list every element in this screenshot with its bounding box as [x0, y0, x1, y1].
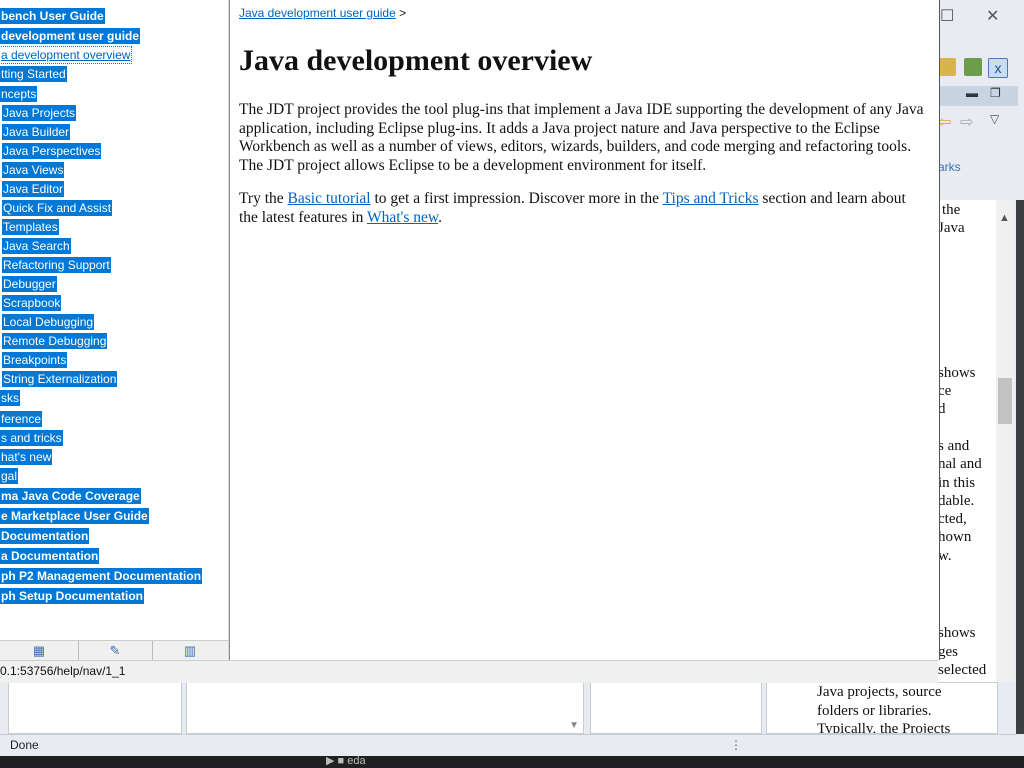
- toc-item[interactable]: ference: [0, 411, 43, 427]
- breadcrumb-separator: >: [395, 6, 407, 20]
- toc-item[interactable]: e Marketplace User Guide: [0, 508, 149, 524]
- text-fragment: shows: [938, 365, 976, 381]
- scroll-down-icon[interactable]: ▼: [569, 720, 579, 731]
- toc-item[interactable]: Java Builder: [2, 124, 71, 140]
- minimize-icon[interactable]: ▬: [966, 86, 978, 100]
- text-line: Java projects, source: [817, 684, 942, 700]
- back-icon[interactable]: ⇦: [938, 112, 951, 132]
- toc-item[interactable]: Remote Debugging: [2, 333, 108, 349]
- breadcrumb: Java development user guide >: [239, 6, 406, 20]
- toc-item[interactable]: Breakpoints: [2, 352, 68, 368]
- view-toolbar: ▬ ❐: [938, 86, 1018, 106]
- toc-item[interactable]: Templates: [2, 219, 59, 235]
- text-line: folders or libraries.: [817, 702, 932, 719]
- text-fragment: hown: [938, 529, 972, 545]
- toc-item[interactable]: gal: [0, 468, 19, 484]
- text-fragment: w.: [938, 548, 952, 564]
- toc-item[interactable]: ncepts: [0, 86, 38, 102]
- toc-item[interactable]: ma Java Code Coverage: [0, 488, 141, 504]
- help-status-url: 0.1:53756/help/nav/1_1: [0, 660, 938, 683]
- toc-item[interactable]: Quick Fix and Assist: [2, 200, 113, 216]
- toc-item[interactable]: Debugger: [2, 276, 57, 292]
- eclipse-view-text: the Java shows ce d s and nal and in thi…: [938, 200, 1000, 730]
- toc-item[interactable]: a development overview: [0, 46, 133, 64]
- close-icon[interactable]: ✕: [986, 6, 999, 26]
- url-text: 0.1:53756/help/nav/1_1: [0, 664, 126, 678]
- perspective-icon[interactable]: x: [988, 58, 1008, 78]
- toc-item[interactable]: ph Setup Documentation: [0, 588, 144, 604]
- text-fragment: the: [942, 202, 961, 218]
- text-fragment: nal and: [938, 456, 982, 472]
- text-line: Typically, the Projects: [817, 721, 951, 734]
- scroll-up-icon[interactable]: ▲: [999, 212, 1010, 224]
- scrollbar-thumb[interactable]: [998, 378, 1012, 424]
- tab-search-results[interactable]: ✎: [78, 641, 153, 661]
- toc-item[interactable]: development user guide: [0, 28, 141, 44]
- toc-item[interactable]: tting Started: [0, 65, 68, 83]
- text-fragment: Java: [938, 220, 965, 236]
- toc-item[interactable]: sks: [0, 390, 20, 406]
- nav-tabs: ▦ ✎ ▥: [0, 640, 228, 661]
- toc-item[interactable]: a Documentation: [0, 548, 100, 564]
- tab-bookmarks[interactable]: ▥: [152, 641, 228, 661]
- bottom-panel: ▼: [186, 682, 584, 734]
- toc-item[interactable]: ph P2 Management Documentation: [0, 568, 203, 584]
- text-fragment: in this: [938, 475, 976, 491]
- toc-item[interactable]: Documentation: [0, 528, 90, 544]
- bottom-panel: [590, 682, 762, 734]
- text: to get a first impression. Discover more…: [370, 190, 663, 207]
- editor-edge: [1016, 200, 1024, 734]
- toc-item[interactable]: Java Projects: [2, 105, 77, 121]
- toc-item[interactable]: bench User Guide: [0, 8, 105, 24]
- vertical-scrollbar[interactable]: ▲ ▼: [996, 200, 1014, 730]
- contents-icon: ▦: [32, 643, 46, 658]
- help-toc-pane: bench User Guide development user guide a …: [0, 0, 229, 682]
- view-menu-icon[interactable]: ▽: [990, 112, 999, 126]
- toc-item[interactable]: Java Editor: [2, 181, 65, 197]
- maximize-icon[interactable]: ☐: [940, 6, 954, 26]
- toc-item[interactable]: Java Search: [2, 238, 71, 254]
- toolbar-icon[interactable]: [938, 58, 956, 76]
- text: .: [438, 208, 442, 226]
- side-link[interactable]: arks: [938, 160, 961, 174]
- toc-item[interactable]: Refactoring Support: [2, 257, 111, 273]
- tab-contents[interactable]: ▦: [0, 641, 79, 661]
- status-grip: ⋮: [730, 738, 742, 752]
- intro-paragraph: The JDT project provides the tool plug-i…: [239, 101, 924, 174]
- toc-item[interactable]: Scrapbook: [2, 295, 62, 311]
- text-fragment: ges: [938, 644, 958, 660]
- toc-item[interactable]: Java Views: [2, 162, 65, 178]
- toc-item[interactable]: Java Perspectives: [2, 143, 102, 159]
- tips-and-tricks-link[interactable]: Tips and Tricks: [663, 190, 759, 207]
- toolbar-icon[interactable]: [964, 58, 982, 76]
- taskbar: ▶ ■ eda: [0, 754, 1024, 768]
- page-title: Java development overview: [239, 44, 593, 77]
- toc-item[interactable]: String Externalization: [2, 371, 118, 387]
- restore-icon[interactable]: ❐: [990, 86, 1001, 100]
- basic-tutorial-link[interactable]: Basic tutorial: [288, 190, 371, 207]
- bottom-panel-text: Java projects, source folders or librari…: [766, 682, 998, 734]
- toc-item[interactable]: Local Debugging: [2, 314, 95, 330]
- toc-item[interactable]: hat's new: [0, 449, 53, 465]
- text-fragment: selected: [938, 662, 987, 678]
- text-fragment: shows: [938, 625, 976, 641]
- whats-new-link[interactable]: What's new: [367, 209, 438, 226]
- toc-item[interactable]: s and tricks: [0, 430, 63, 446]
- bookmarks-icon: ▥: [183, 643, 197, 658]
- status-text: Done: [10, 738, 39, 752]
- bottom-panel: [8, 682, 182, 734]
- text-fragment: dable.: [938, 493, 975, 509]
- search-results-icon: ✎: [109, 643, 121, 658]
- status-bar: Done ⋮: [0, 734, 1016, 757]
- tutorial-paragraph: Try the Basic tutorial to get a first im…: [239, 190, 924, 227]
- text-fragment: cted,: [938, 511, 967, 527]
- text-fragment: s and: [938, 438, 970, 454]
- text: Try the: [239, 190, 288, 207]
- breadcrumb-link[interactable]: Java development user guide: [239, 6, 396, 20]
- taskbar-item[interactable]: ▶ ■ eda: [326, 754, 366, 767]
- help-content-pane: Java development user guide > Java devel…: [229, 0, 940, 660]
- forward-icon[interactable]: ⇨: [960, 112, 973, 132]
